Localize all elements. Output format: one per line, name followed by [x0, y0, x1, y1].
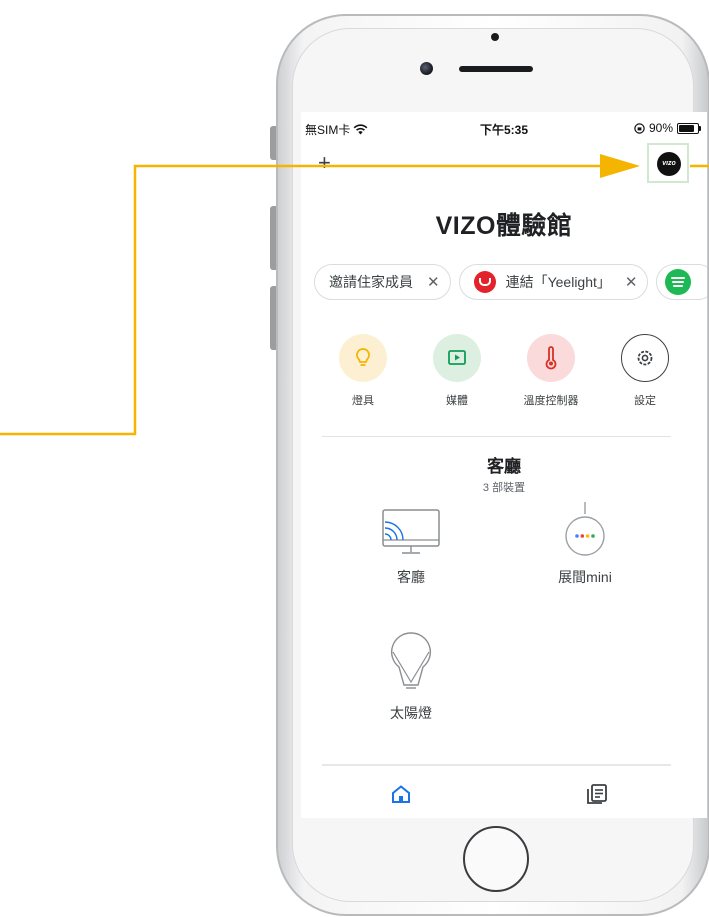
yeelight-logo-icon: [473, 271, 496, 293]
spotify-logo-icon: [665, 269, 692, 295]
device-label: 客廳: [397, 569, 425, 585]
lightbulb-icon: [356, 348, 370, 366]
home-title: VIZO體驗館: [435, 212, 573, 240]
shortcut-label: 溫度控制器: [523, 395, 579, 407]
shortcut-row: 燈具 媒體 溫度控制器 設定: [321, 334, 687, 408]
shortcut-label: 燈具: [352, 395, 374, 407]
shortcut-label: 設定: [634, 395, 656, 407]
close-icon[interactable]: ✕: [427, 273, 440, 291]
add-button[interactable]: +: [318, 152, 331, 174]
shortcut-media[interactable]: 媒體: [415, 334, 499, 408]
battery-percent: 90%: [648, 121, 673, 135]
proximity-sensor: [491, 33, 499, 41]
chip-label: 邀請住家成員: [329, 274, 413, 290]
app-screen: 無SIM卡 下午5:35 90% + vızo VIZO體驗館 邀請住家成員 ✕: [301, 112, 707, 818]
shortcut-lights[interactable]: 燈具: [321, 334, 405, 408]
close-icon[interactable]: ✕: [625, 273, 638, 291]
front-camera-icon: [420, 62, 433, 75]
orientation-lock-icon: [634, 122, 645, 134]
device-tile[interactable]: 客廳: [346, 508, 476, 587]
settings-gear-icon: [637, 350, 653, 366]
chromecast-tv-icon: [382, 509, 440, 554]
device-label: 展間mini: [558, 569, 612, 585]
bottom-tab-bar: [301, 766, 707, 818]
light-bulb-device-icon: [390, 632, 432, 689]
battery-icon: [677, 122, 701, 134]
shortcut-label: 媒體: [446, 395, 468, 407]
account-avatar[interactable]: vızo: [657, 152, 681, 176]
device-tile[interactable]: 展間mini: [520, 500, 650, 587]
suggestion-chips: 邀請住家成員 ✕ 連結「Yeelight」 ✕: [314, 264, 707, 300]
google-home-mini-icon: [565, 502, 605, 556]
shortcut-settings[interactable]: 設定: [603, 334, 687, 408]
feed-icon[interactable]: [585, 782, 609, 806]
section-divider: [322, 436, 671, 437]
room-device-count: 3 部裝置: [482, 482, 526, 494]
home-button[interactable]: [463, 826, 529, 892]
chip-link-yeelight[interactable]: 連結「Yeelight」 ✕: [458, 264, 649, 300]
chip-spotify[interactable]: [656, 264, 707, 300]
account-avatar-highlight[interactable]: vızo: [647, 143, 689, 183]
device-tile[interactable]: 太陽燈: [346, 630, 476, 723]
room-title: 客廳: [487, 457, 521, 476]
chip-invite-members[interactable]: 邀請住家成員 ✕: [314, 264, 451, 300]
chip-label: 連結「Yeelight」: [505, 274, 611, 290]
device-label: 太陽燈: [390, 705, 432, 721]
status-bar: 無SIM卡 下午5:35 90%: [301, 112, 707, 142]
earpiece-speaker: [459, 66, 533, 72]
shortcut-thermostat[interactable]: 溫度控制器: [509, 334, 593, 408]
home-icon[interactable]: [389, 782, 413, 806]
media-play-icon: [448, 350, 466, 365]
thermometer-icon: [545, 346, 557, 370]
